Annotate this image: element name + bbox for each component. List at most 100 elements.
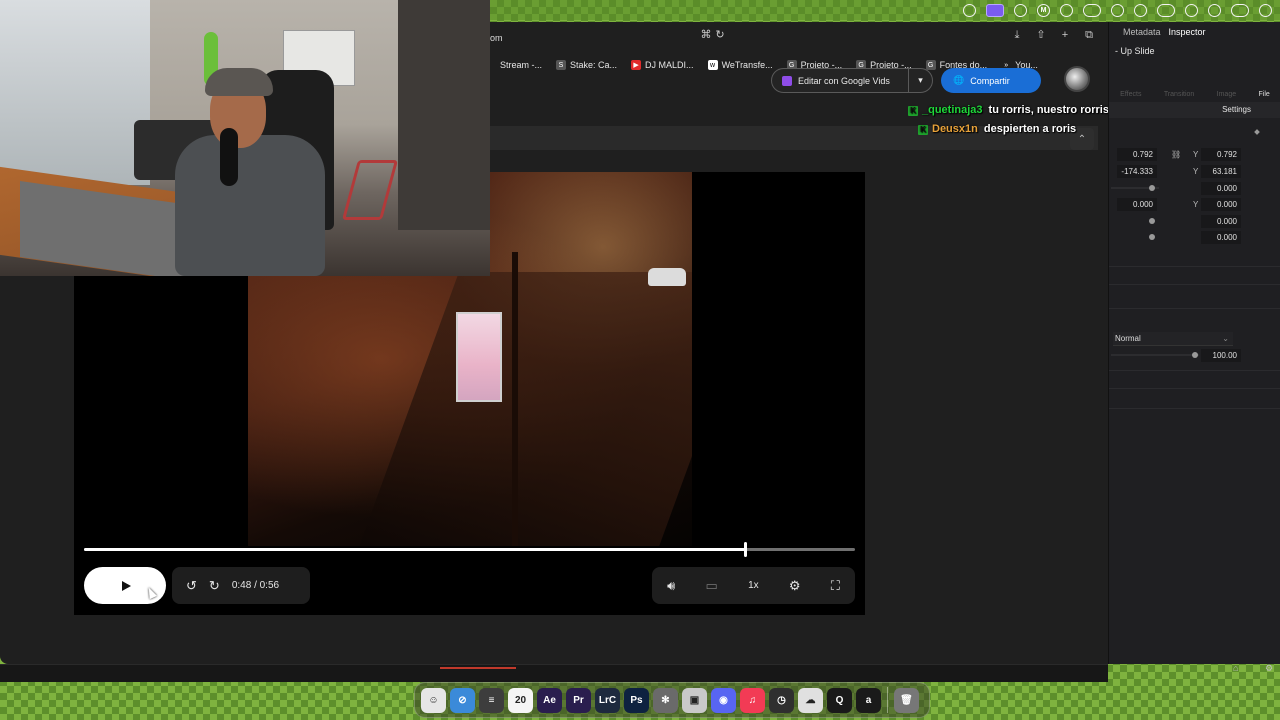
- activity-icon[interactable]: ◷: [769, 687, 794, 713]
- discord-icon[interactable]: ◉: [711, 687, 736, 713]
- opacity-field[interactable]: 100.00: [1201, 349, 1241, 362]
- fullscreen-icon[interactable]: ⛶: [831, 578, 840, 593]
- link-icon[interactable]: ⛓: [1171, 148, 1181, 161]
- progress-bar[interactable]: [84, 542, 855, 557]
- keyframe-icon[interactable]: [1254, 129, 1260, 135]
- settings-header[interactable]: Settings: [1109, 102, 1280, 118]
- bookmark-item[interactable]: ▶ DJ MALDI...: [627, 58, 698, 72]
- subtab-image[interactable]: Image: [1217, 91, 1236, 98]
- subtab-effects[interactable]: Effects: [1120, 91, 1141, 98]
- home-icon[interactable]: ⌂: [1233, 662, 1238, 675]
- webcam-overlay: [0, 0, 490, 276]
- divider: [1109, 308, 1280, 309]
- photoshop-icon[interactable]: Ps: [624, 687, 649, 713]
- blend-mode-select[interactable]: Normal ⌄: [1113, 332, 1233, 346]
- calendar-icon[interactable]: 20: [508, 687, 533, 713]
- position-y-field[interactable]: 63.181: [1201, 165, 1241, 178]
- anchor-x-field[interactable]: 0.000: [1117, 198, 1157, 211]
- trash-icon[interactable]: 🗑: [894, 687, 919, 713]
- url-text[interactable]: om: [490, 33, 503, 43]
- zoom-y-field[interactable]: 0.792: [1201, 148, 1241, 161]
- translate-icon[interactable]: ⌘: [700, 29, 712, 41]
- settings-gear-icon[interactable]: ⚙: [1265, 662, 1273, 675]
- play-icon: [122, 580, 131, 591]
- creative-cloud-menubar-icon[interactable]: [1014, 3, 1027, 17]
- rewind-10-icon[interactable]: ↺: [186, 578, 197, 593]
- subtab-transition[interactable]: Transition: [1164, 91, 1194, 98]
- yaw-row: 0.000: [1109, 231, 1280, 247]
- bookmark-item[interactable]: S Stake: Ca...: [552, 58, 621, 72]
- zoom-x-field[interactable]: 0.792: [1117, 148, 1157, 161]
- quicktime-icon[interactable]: Q: [827, 687, 852, 713]
- bluetooth-icon[interactable]: [1134, 3, 1147, 17]
- notes-icon[interactable]: ≡: [479, 687, 504, 713]
- inspector-panel: Metadata Inspector - Up Slide Effects Tr…: [1108, 22, 1280, 673]
- reload-icon[interactable]: ↻: [714, 29, 726, 41]
- share-icon[interactable]: ⇧: [1035, 29, 1047, 41]
- brightness-icon[interactable]: [1111, 3, 1124, 17]
- settings-gear-icon[interactable]: ⚙: [789, 578, 801, 593]
- anchor-row: 0.000 Y 0.000: [1109, 198, 1280, 214]
- chevron-down-icon[interactable]: ▾: [908, 69, 932, 92]
- subtab-file[interactable]: File: [1258, 91, 1269, 98]
- captions-icon[interactable]: ▭: [706, 578, 718, 593]
- new-tab-icon[interactable]: +: [1059, 29, 1071, 41]
- safari-icon[interactable]: ⊘: [450, 687, 475, 713]
- avatar[interactable]: [1064, 66, 1090, 92]
- m-app-icon[interactable]: M: [1037, 3, 1050, 17]
- tab-overview-icon[interactable]: ⧉: [1083, 29, 1095, 41]
- share-button[interactable]: 🌐 Compartir: [941, 68, 1041, 93]
- after-effects-icon[interactable]: Ae: [537, 687, 562, 713]
- keyboard-layout-icon[interactable]: [1231, 3, 1249, 17]
- cloud-status-icon[interactable]: [963, 3, 976, 17]
- tab-inspector[interactable]: Inspector: [1169, 27, 1206, 37]
- battery-icon[interactable]: [1157, 3, 1175, 17]
- chevron-down-icon: ⌄: [1222, 334, 1229, 343]
- speed-button[interactable]: 1x: [748, 579, 759, 593]
- screen-record-icon[interactable]: [986, 3, 1004, 17]
- download-icon[interactable]: ⤓: [1011, 29, 1023, 41]
- preview-icon[interactable]: ▣: [682, 687, 707, 713]
- timeline-active-marker: [440, 667, 516, 669]
- wifi-icon[interactable]: [1185, 3, 1198, 17]
- car-icon[interactable]: [1083, 3, 1101, 17]
- search-icon[interactable]: [1208, 3, 1221, 17]
- premiere-icon[interactable]: Pr: [566, 687, 591, 713]
- yaw-field[interactable]: 0.000: [1201, 231, 1241, 244]
- resolve-icon[interactable]: ✻: [653, 687, 678, 713]
- rotation-knob[interactable]: [1149, 185, 1155, 191]
- dock: ☺ ⊘ ≡ 20 Ae Pr LrC Ps ✻ ▣ ◉ ♫ ◷ ☁ Qa 🗑: [414, 682, 930, 718]
- webcam-window: [0, 0, 150, 185]
- yaw-knob[interactable]: [1149, 234, 1155, 240]
- video-scene-car: [648, 268, 686, 286]
- webcam-microphone: [220, 128, 238, 186]
- progress-thumb[interactable]: [743, 542, 747, 557]
- amazon-icon[interactable]: a: [856, 687, 881, 713]
- control-center-icon[interactable]: [1259, 3, 1272, 17]
- lightroom-classic-icon[interactable]: LrC: [595, 687, 620, 713]
- time-controls: ↺ ↻ 0:48 / 0:56: [172, 567, 310, 604]
- opacity-knob[interactable]: [1192, 352, 1198, 358]
- position-row: -174.333 Y 63.181: [1109, 165, 1280, 181]
- position-x-field[interactable]: -174.333: [1117, 165, 1157, 178]
- bookmark-item[interactable]: w WeTransfe...: [704, 58, 777, 72]
- divider: [1109, 370, 1280, 371]
- play-button[interactable]: [84, 567, 166, 604]
- music-icon[interactable]: ♫: [740, 687, 765, 713]
- webcam-red-chair: [341, 160, 399, 220]
- anchor-y-field[interactable]: 0.000: [1201, 198, 1241, 211]
- play-circle-icon[interactable]: [1060, 3, 1073, 17]
- pitch-row: 0.000: [1109, 215, 1280, 231]
- tab-metadata[interactable]: Metadata: [1123, 27, 1161, 37]
- forward-10-icon[interactable]: ↻: [209, 578, 220, 593]
- rotation-field[interactable]: 0.000: [1201, 182, 1241, 195]
- pitch-knob[interactable]: [1149, 218, 1155, 224]
- pitch-field[interactable]: 0.000: [1201, 215, 1241, 228]
- youtube-icon: ▶: [631, 60, 642, 70]
- edit-with-vids-button[interactable]: Editar con Google Vids ▾: [771, 68, 933, 93]
- opacity-slider[interactable]: [1111, 354, 1199, 356]
- volume-icon[interactable]: 🔊︎: [667, 578, 675, 593]
- bookmark-item[interactable]: Stream -...: [496, 58, 546, 72]
- finder-icon[interactable]: ☺: [421, 687, 446, 713]
- creative-cloud-icon[interactable]: ☁: [798, 687, 823, 713]
